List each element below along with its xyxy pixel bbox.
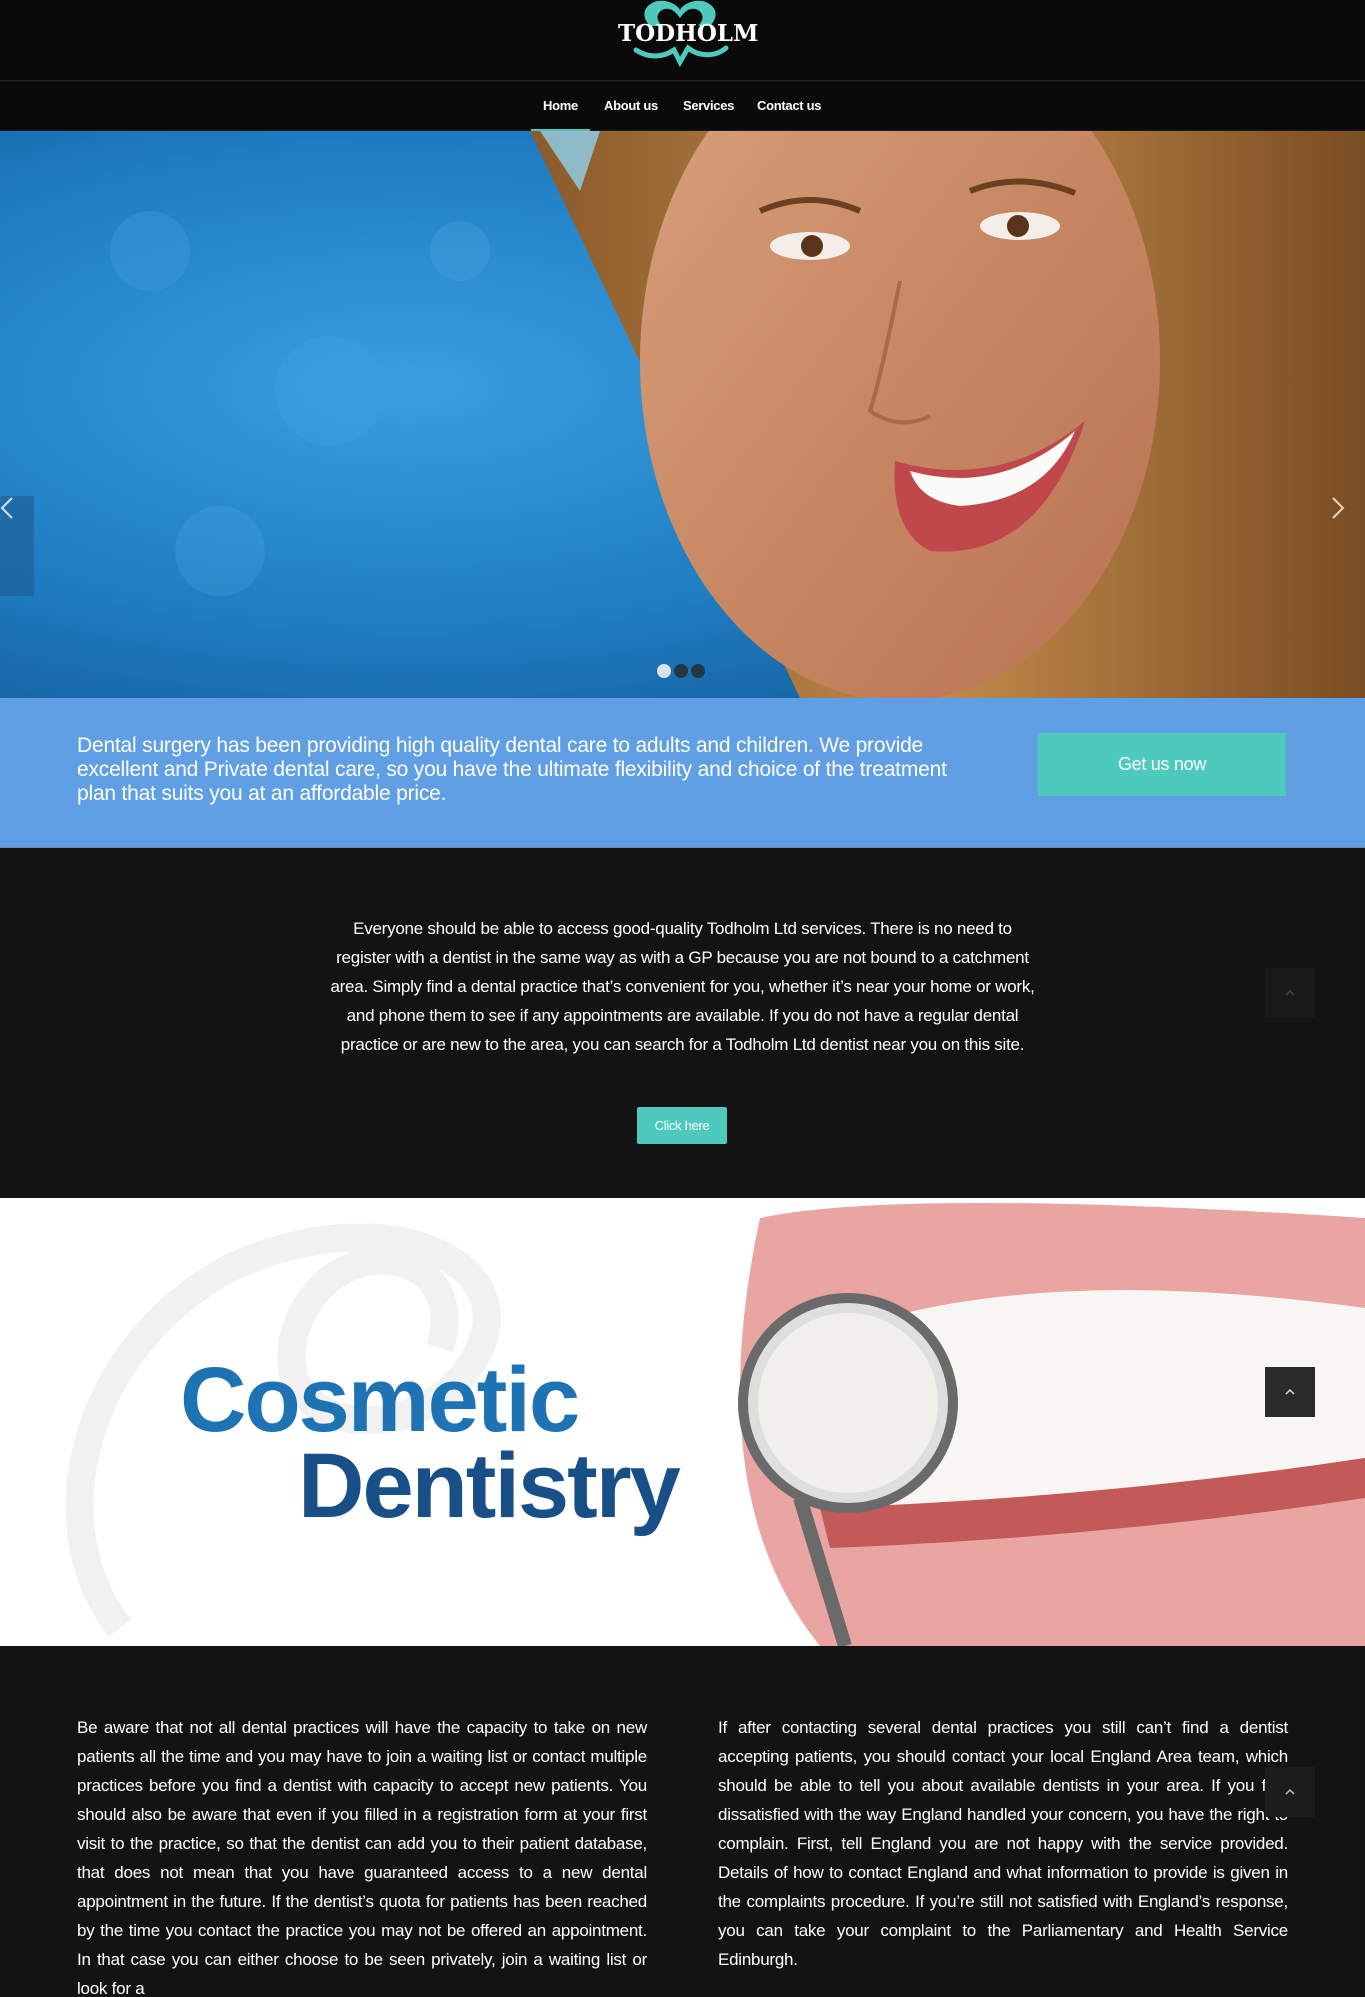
todholm-logo[interactable]: TODHOLM [618,0,759,76]
nav-services[interactable]: Services [683,81,734,131]
cosmetic-dentistry-banner: Cosmetic Dentistry [0,1198,1365,1646]
slider-dot-1[interactable] [657,664,671,678]
hero-slider [0,131,1365,698]
slider-dot-2[interactable] [674,664,688,678]
cosmetic-heading-line2: Dentistry [298,1435,681,1537]
chevron-left-icon [0,497,13,519]
right-column-text: If after contacting several dental pract… [718,1718,1288,1969]
slider-dots [657,664,705,678]
click-here-button[interactable]: Click here [637,1107,727,1144]
left-column-text: Be aware that not all dental practices w… [77,1718,647,1997]
chevron-up-icon [1285,1389,1295,1395]
scroll-top-button-3[interactable] [1265,1767,1315,1817]
nav-about-us[interactable]: About us [604,81,658,131]
slider-prev-button[interactable] [0,496,34,596]
slider-next-button[interactable] [1331,496,1365,596]
nav-home[interactable]: Home [531,81,590,131]
nav-contact-us[interactable]: Contact us [757,81,821,131]
scroll-top-button[interactable] [1265,968,1315,1018]
chevron-up-icon [1285,1789,1295,1795]
site-header: TODHOLM [0,0,1365,81]
info-section: Everyone should be able to access good-q… [0,848,1365,1198]
slider-dot-3[interactable] [691,664,705,678]
logo-text: TODHOLM [618,20,759,47]
bottom-text-section: Be aware that not all dental practices w… [0,1646,1365,1997]
callout-text: Dental surgery has been providing high q… [77,734,947,805]
info-text: Everyone should be able to access good-q… [330,919,1035,1054]
chevron-right-icon [1332,497,1345,519]
callout-banner: Dental surgery has been providing high q… [0,698,1365,848]
scroll-top-button-2[interactable] [1265,1367,1315,1417]
main-nav: Home About us Services Contact us [0,81,1365,131]
get-us-now-button[interactable]: Get us now [1038,733,1286,796]
chevron-up-icon [1285,990,1295,996]
hero-slide-image [0,131,1365,698]
